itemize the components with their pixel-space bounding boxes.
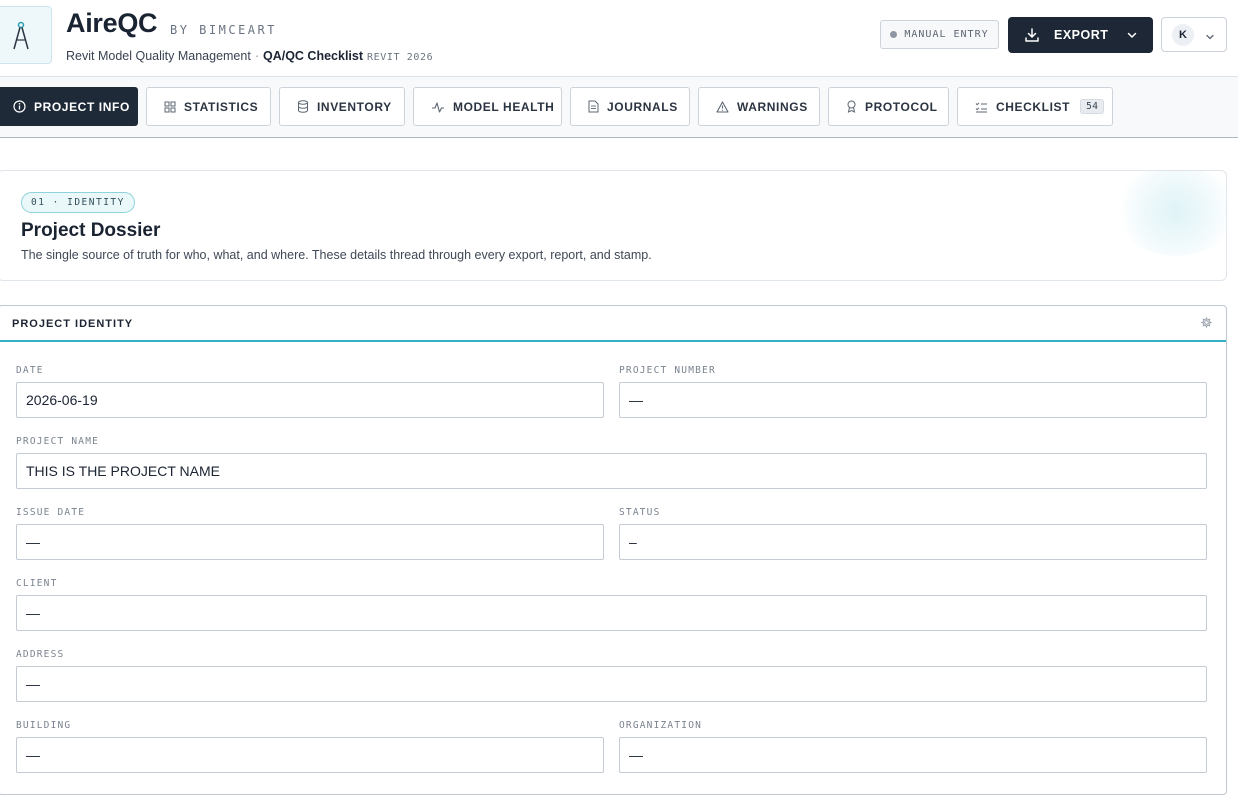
document-icon — [588, 100, 599, 113]
building-label: BUILDING — [16, 720, 72, 731]
tab-warnings[interactable]: WARNINGS — [698, 87, 820, 126]
warning-icon — [716, 100, 729, 113]
status-field[interactable]: – — [619, 524, 1207, 560]
panel-header: PROJECT IDENTITY — [0, 306, 1226, 342]
client-label: CLIENT — [16, 578, 58, 589]
tab-label: PROJECT INFO — [34, 99, 130, 114]
project-number-label: PROJECT NUMBER — [619, 365, 716, 376]
tab-model-health[interactable]: MODEL HEALTH — [413, 87, 562, 126]
tab-label: WARNINGS — [737, 99, 808, 114]
project-identity-panel: PROJECT IDENTITY DATE 2026-06-19 PROJECT… — [0, 305, 1227, 795]
tab-label: INVENTORY — [317, 99, 392, 114]
compass-icon — [13, 21, 29, 50]
pulse-icon — [431, 101, 445, 113]
building-field[interactable]: — — [16, 737, 604, 773]
manual-entry-label: MANUAL ENTRY — [904, 29, 989, 40]
avatar: K — [1172, 24, 1194, 46]
export-label: EXPORT — [1054, 28, 1109, 42]
tab-label: STATISTICS — [184, 99, 259, 114]
app-header: AireQC BY BIMCEART Revit Model Quality M… — [0, 0, 1238, 77]
checklist-icon — [975, 101, 988, 113]
tab-bar: PROJECT INFO STATISTICS INVENTORY MODEL … — [0, 77, 1238, 138]
tab-inventory[interactable]: INVENTORY — [279, 87, 405, 126]
date-label: DATE — [16, 365, 44, 376]
tab-label: MODEL HEALTH — [453, 99, 555, 114]
checklist-count-badge: 54 — [1080, 99, 1105, 114]
database-icon — [297, 100, 309, 113]
client-field[interactable]: — — [16, 595, 1207, 631]
tab-label: CHECKLIST — [996, 99, 1071, 114]
section-title: Project Dossier — [21, 220, 161, 241]
tab-journals[interactable]: JOURNALS — [570, 87, 690, 126]
checklist-label: QA/QC Checklist — [262, 49, 364, 63]
tab-checklist[interactable]: CHECKLIST 54 — [957, 87, 1113, 126]
organization-field[interactable]: — — [619, 737, 1207, 773]
date-field[interactable]: 2026-06-19 — [16, 382, 604, 418]
tab-label: JOURNALS — [607, 99, 678, 114]
panel-title: PROJECT IDENTITY — [12, 318, 134, 330]
decorative-glow — [1116, 171, 1226, 256]
address-label: ADDRESS — [16, 649, 65, 660]
app-logo[interactable] — [0, 6, 52, 64]
grid-icon — [164, 101, 176, 113]
tab-project-info[interactable]: PROJECT INFO — [0, 87, 138, 126]
section-description: The single source of truth for who, what… — [21, 248, 652, 262]
export-button[interactable]: EXPORT — [1008, 17, 1153, 53]
organization-label: ORGANIZATION — [619, 720, 703, 731]
subtitle-text: Revit Model Quality Management — [66, 49, 251, 63]
user-menu-button[interactable]: K — [1161, 17, 1227, 52]
section-tag: 01 · IDENTITY — [21, 192, 135, 213]
award-icon — [846, 100, 857, 113]
revit-version: REVIT 2026 — [367, 52, 434, 63]
chevron-down-icon — [1126, 29, 1138, 41]
tab-protocol[interactable]: PROTOCOL — [828, 87, 949, 126]
issue-date-field[interactable]: — — [16, 524, 604, 560]
address-field[interactable]: — — [16, 666, 1207, 702]
project-name-field[interactable]: THIS IS THE PROJECT NAME — [16, 453, 1207, 489]
chevron-down-icon — [1205, 29, 1215, 47]
info-icon — [13, 100, 26, 113]
manual-entry-button[interactable]: MANUAL ENTRY — [880, 20, 999, 49]
status-label: STATUS — [619, 507, 661, 518]
subtitle-separator: · — [254, 49, 259, 63]
issue-date-label: ISSUE DATE — [16, 507, 86, 518]
gear-icon[interactable] — [1201, 317, 1212, 328]
app-subtitle: Revit Model Quality Management · QA/QC Che… — [66, 49, 433, 63]
download-icon — [1024, 27, 1040, 43]
project-name-label: PROJECT NAME — [16, 436, 100, 447]
app-byline: BY BIMCEART — [170, 23, 277, 37]
dossier-card: 01 · IDENTITY Project Dossier The single… — [0, 170, 1227, 281]
project-number-field[interactable]: — — [619, 382, 1207, 418]
tab-label: PROTOCOL — [865, 99, 938, 114]
status-dot-icon — [890, 31, 898, 38]
tab-statistics[interactable]: STATISTICS — [146, 87, 271, 126]
app-title: AireQC — [66, 8, 158, 38]
